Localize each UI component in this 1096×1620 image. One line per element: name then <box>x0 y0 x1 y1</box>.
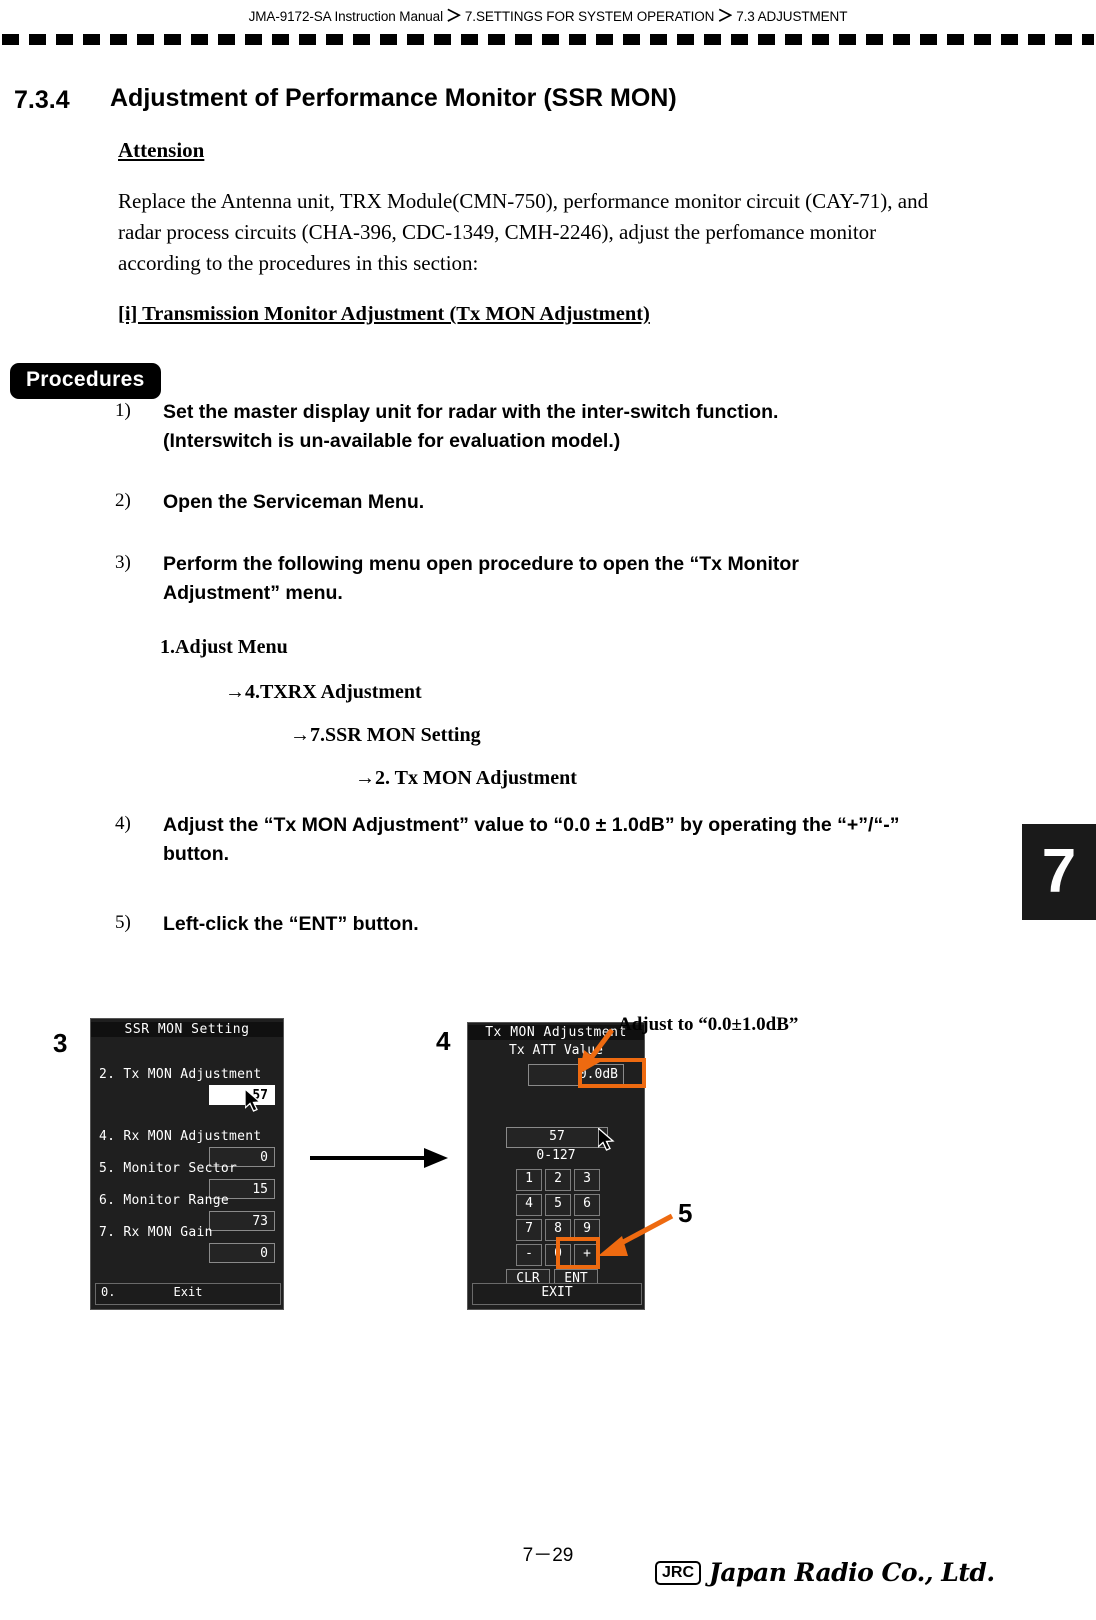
ssr-mon-setting-screenshot: SSR MON Setting 2. Tx MON Adjustment 57 … <box>90 1018 284 1310</box>
page-title: Adjustment of Performance Monitor (SSR M… <box>110 84 677 112</box>
breadcrumb: JMA-9172-SA Instruction Manual ＞ 7.SETTING… <box>0 2 1096 26</box>
jrc-logo: JRC Japan Radio Co., Ltd. <box>655 1558 995 1587</box>
procedures-badge: Procedures <box>10 363 161 399</box>
step-number: 5) <box>115 912 131 933</box>
step-text: Set the master display unit for radar wi… <box>163 401 779 452</box>
numeric-entry-field[interactable]: 57 <box>506 1127 608 1148</box>
callout-marker-4: 4 <box>436 1026 451 1056</box>
key-7[interactable]: 7 <box>516 1219 542 1241</box>
keypad-row: 1 2 3 <box>516 1169 600 1191</box>
step-number: 4) <box>115 813 131 834</box>
dashed-divider <box>2 34 1094 45</box>
key-2[interactable]: 2 <box>545 1169 571 1191</box>
step-number: 1) <box>115 400 131 421</box>
menu-path-level-1: 1.Adjust Menu <box>160 636 288 658</box>
menu-path-level-3: →7.SSR MON Setting <box>290 724 481 746</box>
breadcrumb-item-chapter: 7.SETTINGS FOR SYSTEM OPERATION <box>464 9 715 24</box>
callout-marker-3: 3 <box>53 1028 68 1058</box>
panel1-title: SSR MON Setting <box>91 1022 283 1037</box>
menu-item-rx-mon-gain[interactable]: 7. Rx MON Gain <box>99 1225 213 1240</box>
menu-path-level-4: →2. Tx MON Adjustment <box>355 767 577 789</box>
key-4[interactable]: 4 <box>516 1194 542 1216</box>
panel2-subtitle: Tx ATT Value <box>509 1043 603 1058</box>
step-text: Open the Serviceman Menu. <box>163 491 425 513</box>
panel1-exit-button[interactable]: 0. Exit <box>95 1283 281 1305</box>
breadcrumb-separator: ＞ <box>445 8 462 25</box>
subsection-heading: [i] Transmission Monitor Adjustment (Tx … <box>118 303 650 325</box>
chapter-tab-number: 7 <box>1041 837 1077 906</box>
callout-marker-5: 5 <box>678 1198 693 1228</box>
jrc-logo-wordmark: Japan Radio Co., Ltd. <box>709 1558 995 1587</box>
step-number: 2) <box>115 490 131 511</box>
menu-path-level-2: →4.TXRX Adjustment <box>225 681 422 703</box>
step-text: Adjust the “Tx MON Adjustment” value to … <box>163 814 900 865</box>
keypad-row: 4 5 6 <box>516 1194 600 1216</box>
attension-heading: Attension <box>118 138 205 162</box>
key-5[interactable]: 5 <box>545 1194 571 1216</box>
breadcrumb-separator: ＞ <box>717 8 734 25</box>
value-monitor-range[interactable]: 73 <box>209 1211 275 1231</box>
key-3[interactable]: 3 <box>574 1169 600 1191</box>
highlight-box-tx-att-value <box>578 1058 646 1088</box>
highlight-box-ent-button <box>556 1237 600 1269</box>
value-tx-mon-adjustment[interactable]: 57 <box>209 1085 275 1105</box>
jrc-logo-mark: JRC <box>655 1560 702 1585</box>
key-6[interactable]: 6 <box>574 1194 600 1216</box>
menu-item-tx-mon-adjustment[interactable]: 2. Tx MON Adjustment <box>99 1067 262 1082</box>
menu-item-monitor-range[interactable]: 6. Monitor Range <box>99 1193 229 1208</box>
flow-arrow-icon <box>310 1148 448 1168</box>
step-text: Left-click the “ENT” button. <box>163 913 419 935</box>
breadcrumb-item-section: 7.3 ADJUSTMENT <box>736 9 848 24</box>
numeric-keypad: 1 2 3 4 5 6 7 8 9 - 0 + CLR ENT <box>506 1169 600 1294</box>
step-text: Perform the following menu open procedur… <box>163 553 799 604</box>
attension-body: Replace the Antenna unit, TRX Module(CMN… <box>118 189 929 275</box>
menu-item-rx-mon-adjustment[interactable]: 4. Rx MON Adjustment <box>99 1129 262 1144</box>
key-1[interactable]: 1 <box>516 1169 542 1191</box>
chapter-tab: 7 <box>1022 824 1096 920</box>
exit-label: Exit <box>173 1285 203 1299</box>
callout-adjust-note: Adjust to “0.0±1.0dB” <box>618 1014 799 1035</box>
breadcrumb-item-manual: JMA-9172-SA Instruction Manual <box>248 9 443 24</box>
key-minus[interactable]: - <box>516 1244 542 1266</box>
value-rx-mon-gain[interactable]: 0 <box>209 1243 275 1263</box>
panel2-exit-button[interactable]: EXIT <box>472 1283 642 1305</box>
section-number: 7.3.4 <box>14 86 70 114</box>
step-number: 3) <box>115 552 131 573</box>
menu-item-monitor-sector[interactable]: 5. Monitor Sector <box>99 1161 237 1176</box>
